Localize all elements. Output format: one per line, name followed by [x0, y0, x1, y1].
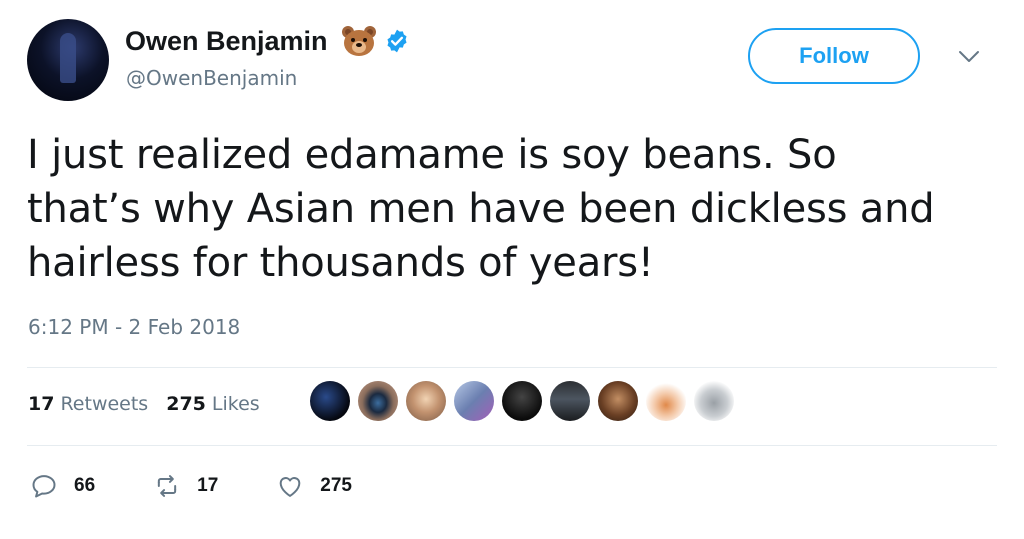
bear-face-icon	[341, 26, 376, 56]
heart-icon	[279, 477, 301, 497]
like-count: 275	[320, 475, 352, 496]
engagement-stats: 17 Retweets 275 Likes	[28, 393, 278, 415]
likes-stat[interactable]: 275 Likes	[166, 393, 259, 415]
reply-icon	[32, 475, 56, 498]
user-handle[interactable]: @OwenBenjamin	[126, 66, 297, 90]
retweets-stat-count: 17	[28, 393, 55, 415]
likes-stat-count: 275	[166, 393, 206, 415]
tweet-timestamp[interactable]: 6:12 PM - 2 Feb 2018	[28, 315, 240, 339]
divider-bottom	[27, 445, 997, 446]
retweets-stat[interactable]: 17 Retweets	[28, 393, 148, 415]
like-button[interactable]: 275	[276, 472, 352, 500]
liker-avatar[interactable]	[310, 381, 350, 421]
liker-avatar[interactable]	[454, 381, 494, 421]
liker-avatars	[310, 381, 742, 421]
retweet-button[interactable]: 17	[153, 472, 218, 500]
liker-avatar[interactable]	[694, 381, 734, 421]
reply-count: 66	[74, 475, 96, 496]
liker-avatar[interactable]	[646, 381, 686, 421]
retweets-stat-label: Retweets	[60, 393, 149, 415]
liker-avatar[interactable]	[502, 381, 542, 421]
chevron-down-icon[interactable]	[958, 50, 980, 64]
follow-button[interactable]: Follow	[748, 28, 920, 84]
retweet-icon	[157, 475, 177, 497]
avatar-figure	[60, 33, 76, 83]
verified-badge-icon	[387, 29, 407, 53]
display-name[interactable]: Owen Benjamin	[125, 26, 328, 57]
tweet-actions: 66 17 275	[30, 472, 410, 500]
likes-stat-label: Likes	[211, 393, 260, 415]
liker-avatar[interactable]	[406, 381, 446, 421]
profile-avatar[interactable]	[27, 19, 109, 101]
liker-avatar[interactable]	[358, 381, 398, 421]
reply-button[interactable]: 66	[30, 472, 95, 500]
tweet-text: I just realized edamame is soy beans. So…	[27, 132, 935, 286]
name-row: Owen Benjamin	[125, 24, 410, 58]
liker-avatar[interactable]	[598, 381, 638, 421]
liker-avatar[interactable]	[550, 381, 590, 421]
retweet-count: 17	[197, 475, 219, 496]
divider-top	[27, 367, 997, 368]
